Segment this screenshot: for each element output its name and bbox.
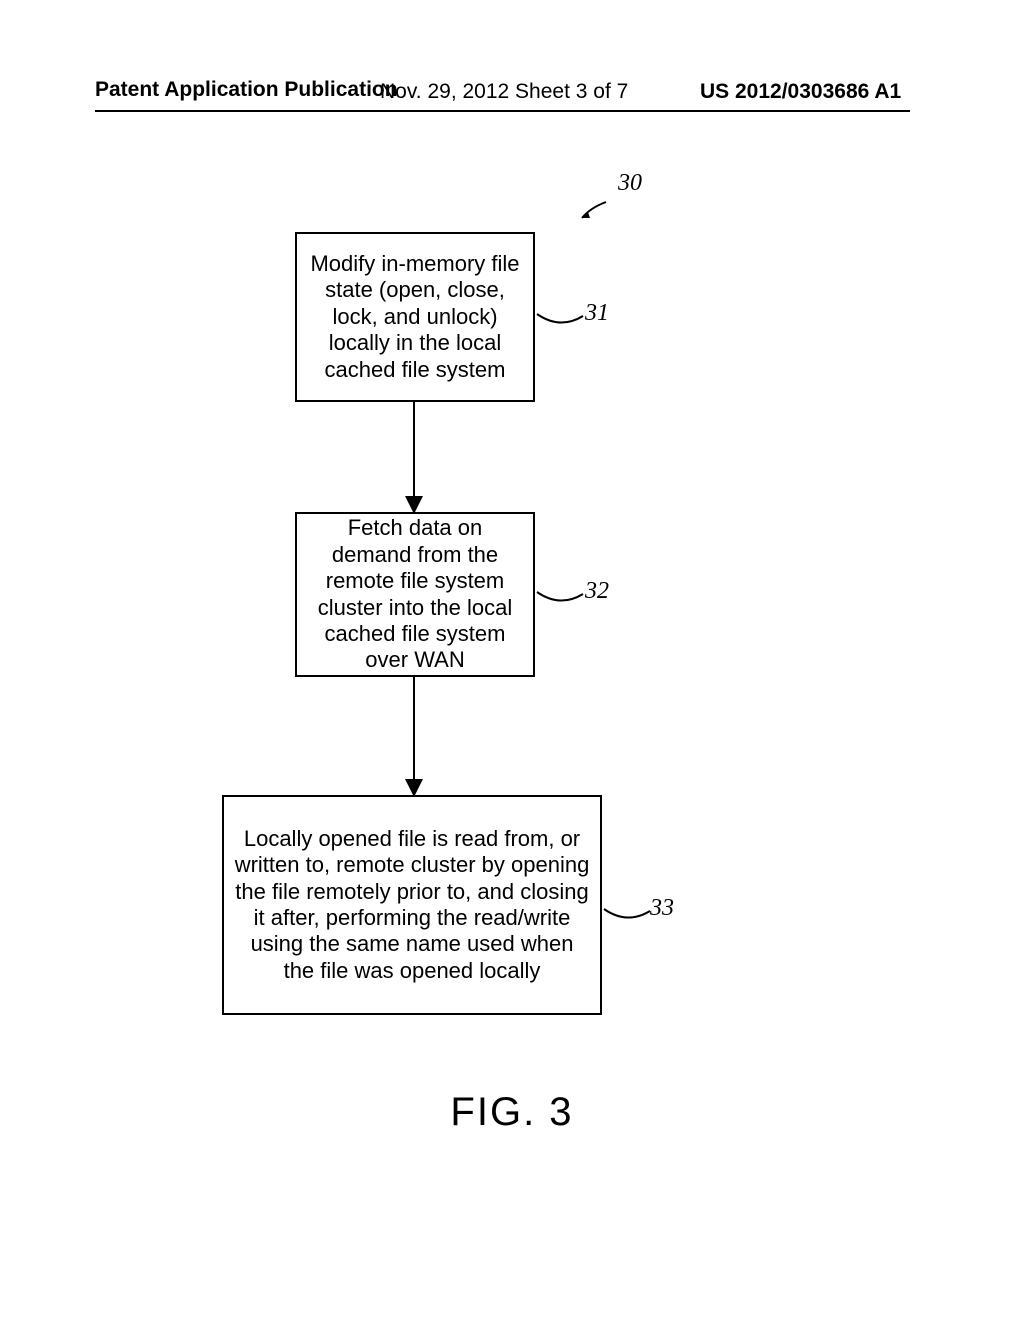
header-left: Patent Application Publication	[95, 78, 398, 102]
header-pub-number: US 2012/0303686 A1	[700, 80, 901, 104]
figure-caption: FIG. 3	[0, 1090, 1024, 1135]
leader-curve-icon	[535, 310, 585, 335]
flowchart-step-1-text: Modify in-memory file state (open, close…	[307, 251, 523, 383]
header-sheet-info: Nov. 29, 2012 Sheet 3 of 7	[380, 80, 628, 104]
reference-numeral-32: 32	[585, 578, 609, 605]
leader-curve-icon	[535, 588, 585, 613]
flowchart-step-2: Fetch data on demand from the remote fil…	[295, 512, 535, 677]
header-rule	[95, 110, 910, 112]
flow-connector	[413, 677, 415, 795]
flowchart-step-1: Modify in-memory file state (open, close…	[295, 232, 535, 402]
leader-arrow-icon	[580, 200, 610, 220]
reference-numeral-31: 31	[585, 300, 609, 327]
page: Patent Application Publication Nov. 29, …	[0, 0, 1024, 1320]
flowchart-step-3-text: Locally opened file is read from, or wri…	[234, 826, 590, 984]
leader-curve-icon	[602, 905, 652, 930]
reference-numeral-33: 33	[650, 895, 674, 922]
flowchart-step-3: Locally opened file is read from, or wri…	[222, 795, 602, 1015]
flowchart-step-2-text: Fetch data on demand from the remote fil…	[307, 515, 523, 673]
reference-numeral-overall: 30	[618, 170, 642, 197]
